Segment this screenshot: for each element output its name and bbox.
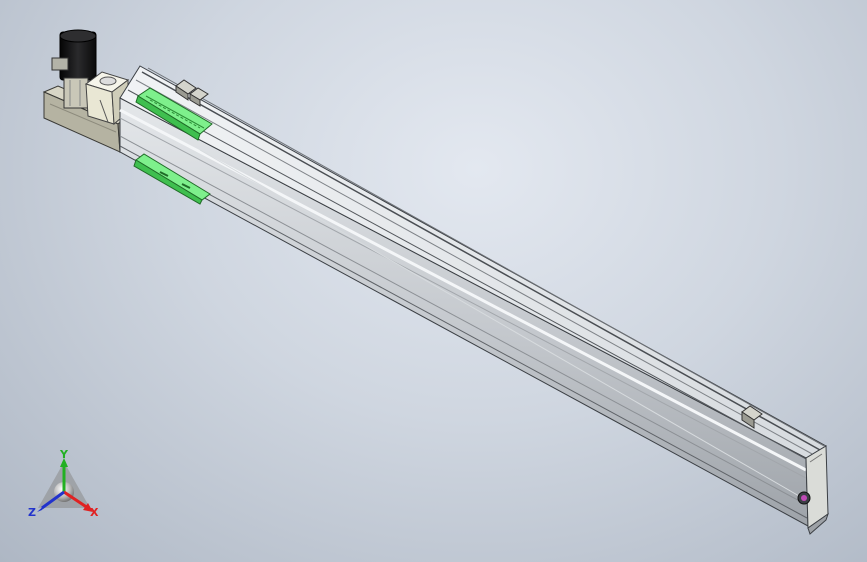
coordinate-triad[interactable]: Y X Z bbox=[28, 448, 99, 519]
cad-viewport[interactable]: Y X Z bbox=[0, 0, 867, 562]
x-axis-label: X bbox=[90, 506, 99, 519]
linear-rail[interactable] bbox=[119, 65, 828, 527]
y-axis-label: Y bbox=[59, 448, 69, 461]
model-canvas[interactable]: Y X Z bbox=[0, 0, 867, 562]
z-axis-label: Z bbox=[28, 506, 36, 519]
